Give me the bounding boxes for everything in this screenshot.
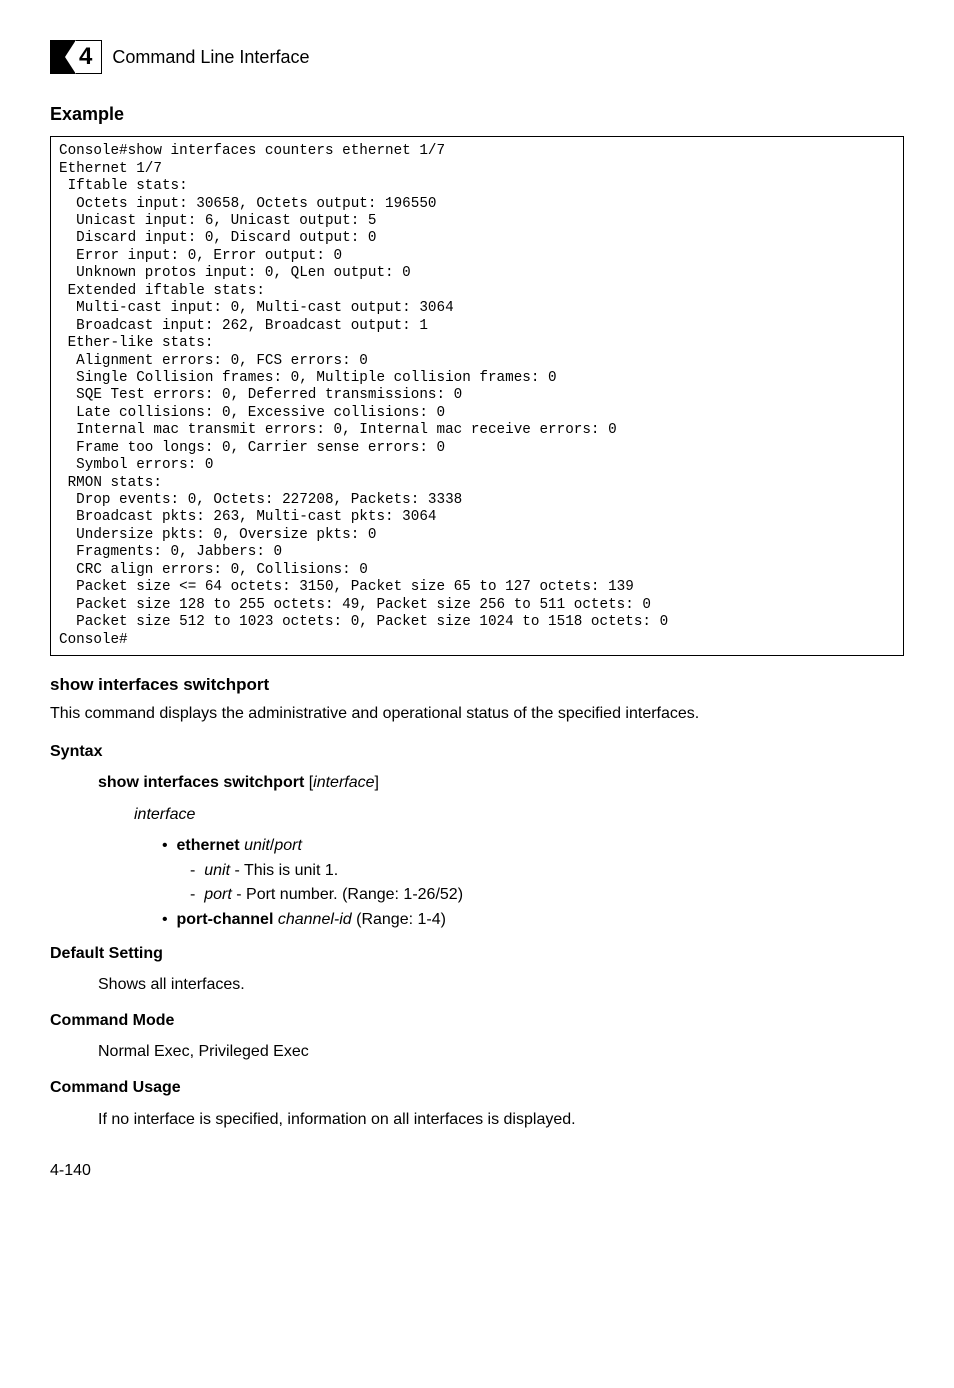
- syntax-sub-port: - port - Port number. (Range: 1-26/52): [190, 884, 904, 906]
- syntax-sub-unit: - unit - This is unit 1.: [190, 860, 904, 882]
- syntax-arg: interface: [313, 774, 374, 791]
- command-name: show interfaces switchport: [50, 674, 904, 697]
- ethernet-label: ethernet: [177, 837, 240, 854]
- portchannel-label: port-channel: [177, 911, 274, 928]
- example-heading: Example: [50, 102, 904, 126]
- dash: -: [190, 886, 204, 903]
- chapter-title: Command Line Interface: [112, 45, 309, 69]
- syntax-command-bold: show interfaces switchport: [98, 774, 304, 791]
- syntax-bullet-ethernet: • ethernet unit/port: [162, 835, 904, 857]
- mode-text: Normal Exec, Privileged Exec: [98, 1041, 904, 1063]
- port-arg: port: [274, 837, 302, 854]
- channelid-arg: channel-id: [278, 911, 352, 928]
- unit-italic: unit: [204, 862, 230, 879]
- usage-heading: Command Usage: [50, 1077, 904, 1099]
- bullet-dot: •: [162, 837, 177, 854]
- syntax-arg-name: interface: [134, 804, 904, 826]
- default-heading: Default Setting: [50, 943, 904, 965]
- unit-arg: unit: [244, 837, 270, 854]
- bracket-open: [: [304, 774, 313, 791]
- syntax-heading: Syntax: [50, 741, 904, 763]
- mode-heading: Command Mode: [50, 1010, 904, 1032]
- page-number: 4-140: [50, 1160, 904, 1182]
- command-description: This command displays the administrative…: [50, 703, 904, 725]
- dash: -: [190, 862, 204, 879]
- unit-text: - This is unit 1.: [230, 862, 338, 879]
- triangle-icon: [51, 40, 75, 74]
- syntax-line: show interfaces switchport [interface]: [98, 772, 904, 794]
- port-italic: port: [204, 886, 232, 903]
- chapter-number: 4: [75, 41, 101, 73]
- port-text: - Port number. (Range: 1-26/52): [232, 886, 463, 903]
- portchannel-text: (Range: 1-4): [352, 911, 446, 928]
- bracket-close: ]: [375, 774, 379, 791]
- bullet-dot: •: [162, 911, 177, 928]
- usage-text: If no interface is specified, informatio…: [98, 1109, 904, 1131]
- syntax-bullet-portchannel: • port-channel channel-id (Range: 1-4): [162, 909, 904, 931]
- chapter-header: 4 Command Line Interface: [50, 40, 904, 74]
- default-text: Shows all interfaces.: [98, 974, 904, 996]
- code-example: Console#show interfaces counters etherne…: [50, 136, 904, 656]
- chapter-number-box: 4: [50, 40, 102, 74]
